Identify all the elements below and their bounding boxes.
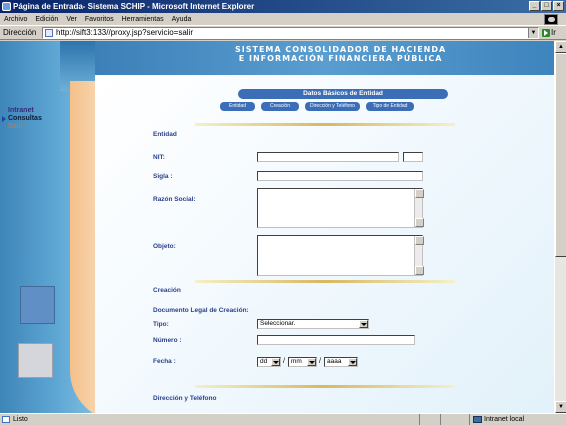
nit-check-digit-input[interactable] — [403, 152, 423, 162]
creacion-heading: Creación — [153, 287, 181, 294]
nit-label: NIT: — [153, 154, 165, 161]
textarea-scrollbar[interactable] — [414, 236, 424, 275]
sidebar-item-intranet[interactable]: Intranet — [8, 107, 42, 115]
close-button[interactable]: × — [553, 1, 564, 11]
tab-direccion-telefono[interactable]: Dirección y Teléfono — [305, 102, 360, 111]
fecha-anio-select[interactable]: aaaa — [324, 357, 358, 367]
objeto-label: Objeto: — [153, 243, 176, 250]
entidad-heading: Entidad — [153, 131, 177, 138]
status-bar: Listo Intranet local — [0, 413, 566, 425]
tab-entidad[interactable]: Entidad — [220, 102, 255, 111]
address-input[interactable]: http://sift3:133//proxy.jsp?servicio=sal… — [42, 27, 539, 39]
numero-input[interactable] — [257, 335, 415, 345]
chevron-down-icon — [359, 320, 368, 328]
form-tabs: Entidad Creación Dirección y Teléfono Ti… — [220, 102, 414, 111]
ie-page-icon — [2, 2, 11, 11]
window-title-bar: Página de Entrada- Sistema SCHIP - Micro… — [0, 0, 566, 13]
menu-ayuda[interactable]: Ayuda — [172, 16, 192, 23]
divider — [195, 280, 455, 283]
intranet-zone-icon — [473, 416, 482, 423]
menu-ver[interactable]: Ver — [66, 16, 77, 23]
decorative-square-blue — [20, 286, 55, 324]
page-content: Intranet Consultas Salir SISTEMA CONSOLI… — [0, 41, 554, 413]
menu-herramientas[interactable]: Herramientas — [122, 16, 164, 23]
header-banner: SISTEMA CONSOLIDADOR DE HACIENDA E INFOR… — [95, 41, 554, 75]
status-text: Listo — [0, 414, 420, 425]
status-zone: Intranet local — [470, 414, 566, 425]
window-controls: _ □ × — [529, 1, 564, 11]
form-area: Datos Básicos de Entidad Entidad Creació… — [95, 75, 554, 413]
scroll-down-icon[interactable]: ▼ — [555, 401, 566, 413]
menu-favoritos[interactable]: Favoritos — [85, 16, 114, 23]
left-panel: Intranet Consultas Salir — [0, 41, 126, 413]
window-title: Página de Entrada- Sistema SCHIP - Micro… — [13, 2, 255, 11]
menu-archivo[interactable]: Archivo — [4, 16, 27, 23]
sidebar-nav: Intranet Consultas Salir — [2, 107, 42, 131]
fecha-mes-select[interactable]: mm — [288, 357, 317, 367]
divider — [195, 385, 455, 388]
banner-title: SISTEMA CONSOLIDADOR DE HACIENDA E INFOR… — [235, 45, 447, 63]
section-title: Datos Básicos de Entidad — [238, 89, 448, 99]
address-url: http://sift3:133//proxy.jsp?servicio=sal… — [56, 28, 194, 37]
minimize-button[interactable]: _ — [529, 1, 540, 11]
date-separator: / — [283, 358, 285, 365]
chevron-down-icon — [348, 358, 357, 366]
divider — [195, 123, 455, 126]
fecha-label: Fecha : — [153, 358, 176, 365]
go-button[interactable]: Ir — [542, 28, 556, 37]
numero-label: Número : — [153, 337, 182, 344]
scroll-up-icon[interactable]: ▲ — [555, 41, 566, 53]
ie-throbber-icon — [544, 14, 558, 25]
objeto-textarea[interactable] — [257, 235, 424, 276]
sidebar-item-salir[interactable]: Salir — [8, 123, 42, 131]
textarea-scrollbar[interactable] — [414, 189, 424, 227]
go-arrow-icon — [542, 28, 550, 37]
menu-edicion[interactable]: Edición — [35, 16, 58, 23]
decorative-square-gray — [18, 343, 53, 378]
tipo-label: Tipo: — [153, 321, 169, 328]
page-done-icon — [2, 416, 10, 423]
status-panel — [440, 414, 470, 425]
address-label: Dirección — [3, 28, 37, 37]
sigla-input[interactable] — [257, 171, 423, 181]
tab-creacion[interactable]: Creación — [261, 102, 299, 111]
maximize-button[interactable]: □ — [541, 1, 552, 11]
arrow-right-icon — [2, 116, 6, 122]
date-separator: / — [319, 358, 321, 365]
nit-input[interactable] — [257, 152, 399, 162]
razon-social-textarea[interactable] — [257, 188, 424, 228]
chevron-down-icon — [307, 358, 316, 366]
page-icon — [45, 29, 53, 37]
scrollbar-thumb[interactable] — [555, 53, 566, 257]
go-label: Ir — [551, 28, 556, 37]
tipo-select[interactable]: Seleccionar. — [257, 319, 369, 329]
tab-tipo-entidad[interactable]: Tipo de Entidad — [366, 102, 414, 111]
page-scrollbar[interactable]: ▲ ▼ — [554, 41, 566, 413]
fecha-dia-select[interactable]: dd — [257, 357, 281, 367]
sigla-label: Sigla : — [153, 173, 173, 180]
chevron-down-icon — [271, 358, 280, 366]
direccion-heading: Dirección y Teléfono — [153, 395, 217, 402]
razon-social-label: Razón Social: — [153, 196, 196, 203]
address-dropdown-icon[interactable]: ▼ — [528, 28, 538, 38]
menu-bar: Archivo Edición Ver Favoritos Herramient… — [0, 13, 566, 25]
documento-legal-label: Documento Legal de Creación: — [153, 307, 249, 314]
address-bar: Dirección http://sift3:133//proxy.jsp?se… — [0, 25, 566, 40]
sidebar-item-consultas[interactable]: Consultas — [2, 115, 42, 123]
